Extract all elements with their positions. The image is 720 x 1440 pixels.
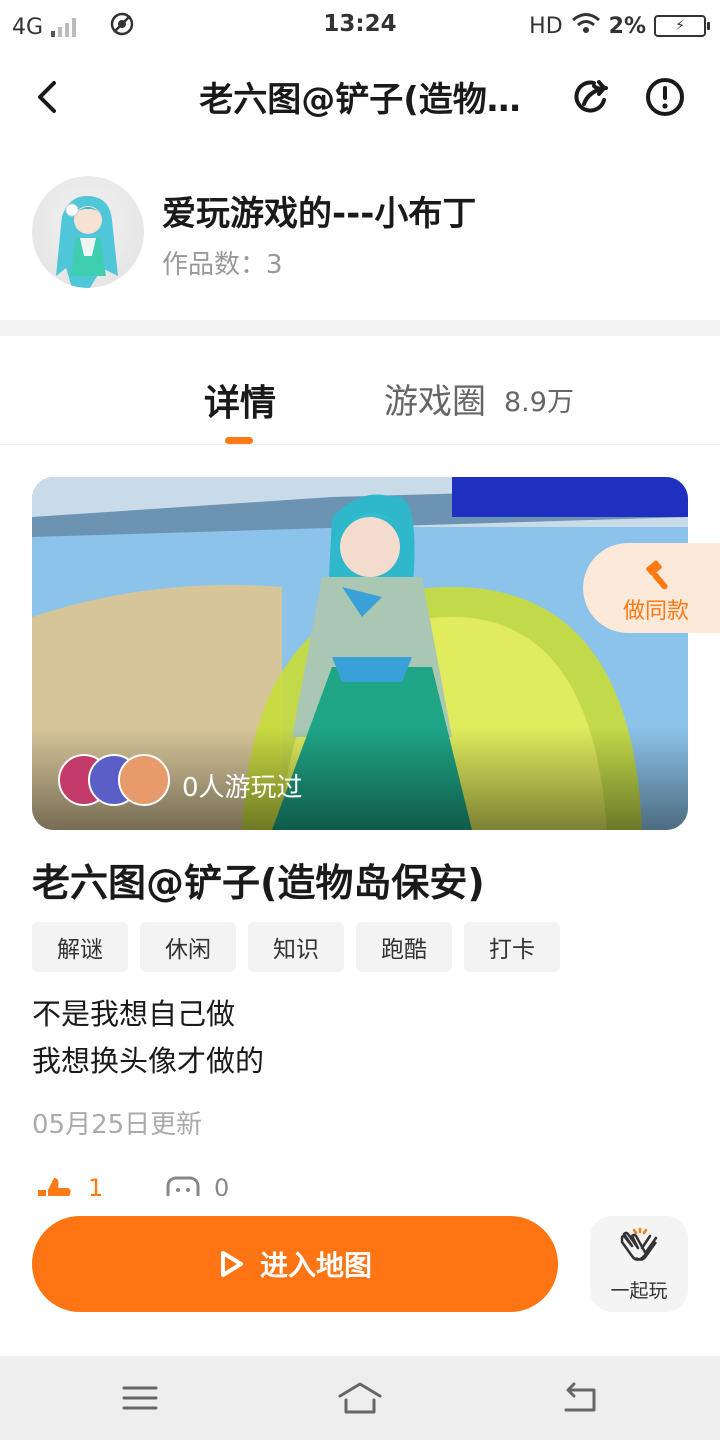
comment-icon xyxy=(166,1176,200,1196)
game-circle-count: 8.9万 xyxy=(504,387,574,418)
section-divider xyxy=(0,320,720,336)
tag-item[interactable]: 解谜 xyxy=(32,922,128,972)
tab-divider xyxy=(0,444,720,445)
tag-item[interactable]: 休闲 xyxy=(140,922,236,972)
tab-game-circle[interactable]: 游戏圈 xyxy=(384,374,486,423)
battery-percent: 2% xyxy=(608,13,646,39)
alert-circle-icon xyxy=(646,78,684,116)
description-line: 我想换头像才做的 xyxy=(32,1044,265,1078)
author-avatar[interactable] xyxy=(32,176,144,288)
stats-row: 1 0 xyxy=(32,1174,332,1196)
share-button[interactable] xyxy=(564,70,618,124)
enter-map-button[interactable]: 进入地图 xyxy=(32,1216,558,1312)
played-count: 0人游玩过 xyxy=(182,773,303,803)
hd-label: HD xyxy=(529,13,563,39)
back-arrow-icon xyxy=(564,1382,596,1412)
comment-button[interactable] xyxy=(166,1176,200,1196)
page-title: 老六图@铲子(造物… xyxy=(199,80,521,120)
description-line: 不是我想自己做 xyxy=(32,997,236,1031)
work-title: 老六图@铲子(造物岛保安) xyxy=(32,861,485,905)
works-count: 作品数：3 xyxy=(162,250,283,280)
play-together-button[interactable]: 一起玩 xyxy=(590,1216,688,1312)
hammer-icon xyxy=(646,560,668,590)
home-icon xyxy=(338,1382,382,1414)
status-right: HD 2% ⚡ xyxy=(529,12,710,40)
chevron-left-icon xyxy=(38,81,56,113)
play-together-label: 一起玩 xyxy=(610,1280,668,1302)
back-nav-button[interactable] xyxy=(560,1382,600,1418)
menu-icon xyxy=(122,1386,158,1410)
play-icon xyxy=(220,1251,243,1277)
active-tab-indicator xyxy=(225,437,253,444)
tag-item[interactable]: 跑酷 xyxy=(356,922,452,972)
author-name[interactable]: 爱玩游戏的---小布丁 xyxy=(162,186,476,235)
report-button[interactable] xyxy=(638,70,692,124)
home-button[interactable] xyxy=(336,1380,384,1420)
like-button[interactable] xyxy=(36,1176,72,1196)
battery-charging-icon: ⚡ xyxy=(654,15,710,37)
tag-list: 解谜 休闲 知识 跑酷 打卡 xyxy=(32,922,560,972)
menu-button[interactable] xyxy=(122,1384,158,1416)
system-nav-bar xyxy=(0,1356,720,1440)
avatar-character-image xyxy=(56,195,118,288)
tag-item[interactable]: 打卡 xyxy=(464,922,560,972)
player-avatars xyxy=(58,754,170,806)
make-same-button[interactable]: 做同款 xyxy=(583,543,720,633)
share-icon xyxy=(574,80,608,113)
update-date: 05月25日更新 xyxy=(32,1110,203,1140)
player-avatar xyxy=(118,754,170,806)
clap-hands-icon xyxy=(620,1228,658,1261)
enter-map-label: 进入地图 xyxy=(259,1249,372,1282)
back-button[interactable] xyxy=(20,70,74,124)
comment-count: 0 xyxy=(214,1174,230,1196)
like-count: 1 xyxy=(88,1174,104,1196)
tab-detail[interactable]: 详情 xyxy=(204,374,276,426)
game-cover[interactable]: 0人游玩过 xyxy=(32,477,688,830)
make-same-label: 做同款 xyxy=(623,599,690,624)
tag-item[interactable]: 知识 xyxy=(248,922,344,972)
thumbs-up-icon xyxy=(38,1178,71,1196)
wifi-icon xyxy=(571,12,601,40)
status-bar: 4G 13:24 HD 2% ⚡ xyxy=(0,0,720,50)
